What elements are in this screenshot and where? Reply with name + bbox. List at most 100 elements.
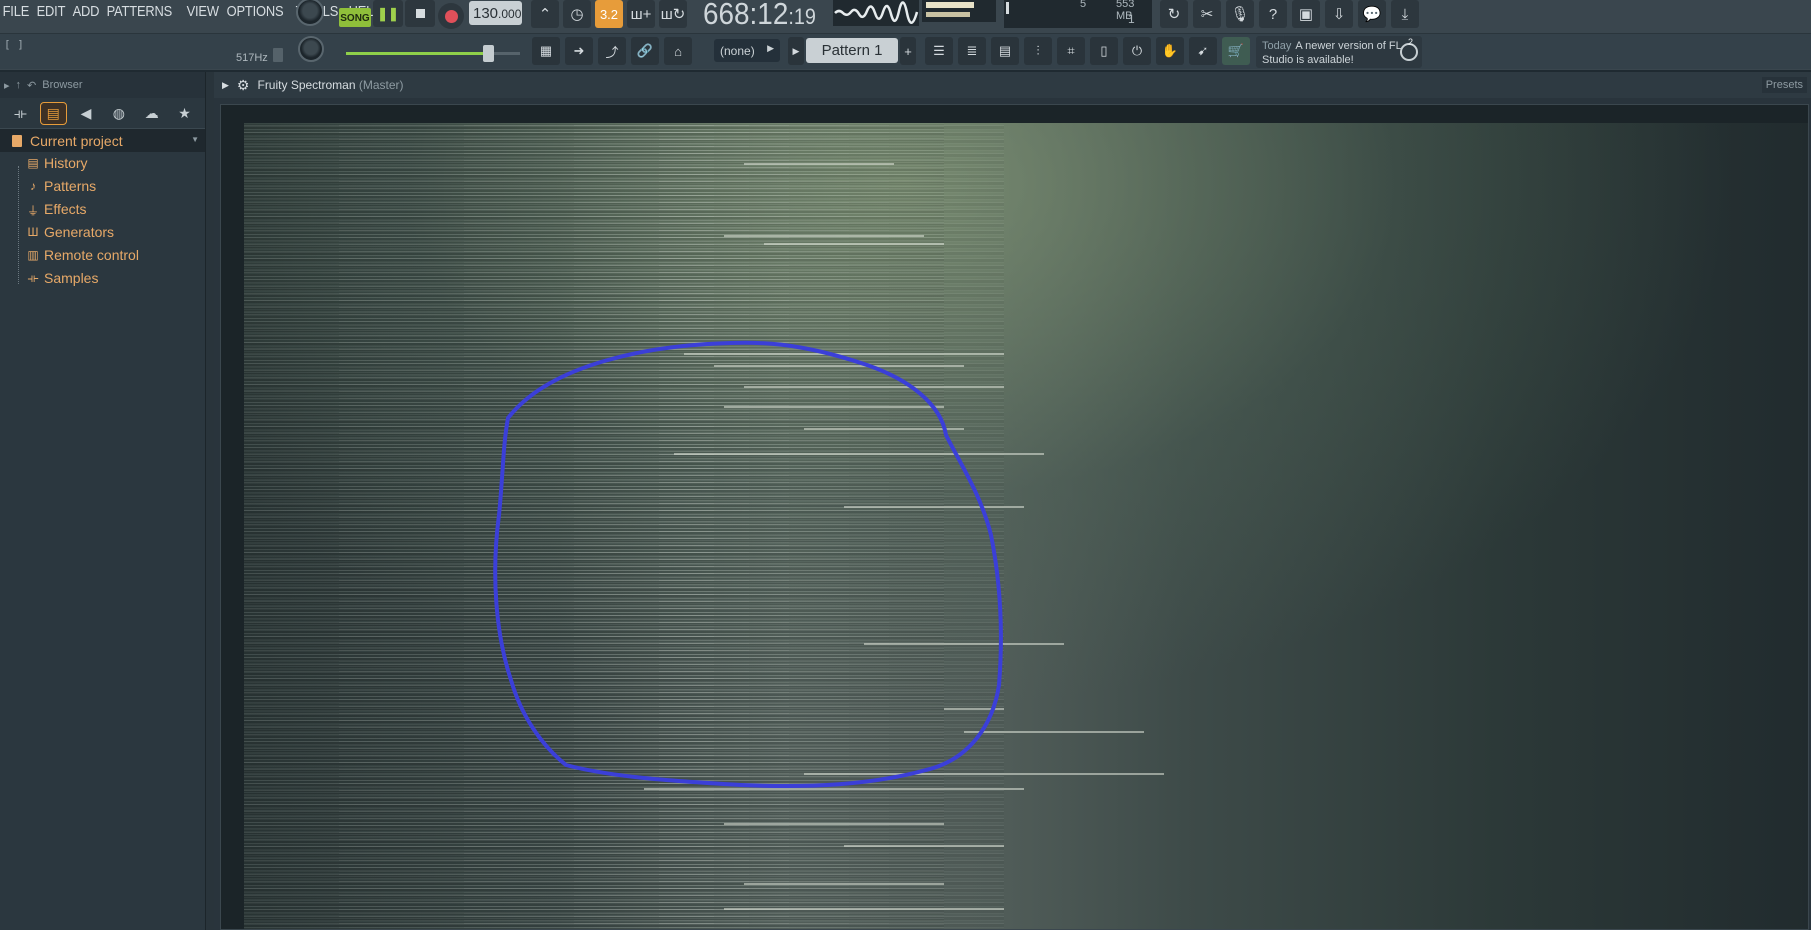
step-sequencer-button[interactable]: ▤: [991, 37, 1019, 65]
tab-all[interactable]: ⟛: [4, 99, 37, 127]
caret-right-icon: ▶: [792, 45, 800, 56]
menu-patterns[interactable]: PATTERNS: [104, 0, 176, 24]
tree-item-label: Samples: [44, 270, 99, 286]
caret-right-icon[interactable]: ▶: [222, 80, 229, 91]
star-icon: ★: [178, 104, 191, 121]
record-button[interactable]: [438, 3, 464, 29]
brush-tool-button[interactable]: ⤴: [598, 37, 626, 65]
routing-icon: ⌗: [1067, 43, 1075, 58]
tutorial-button[interactable]: ➹: [1189, 37, 1217, 65]
tempo-value: 130: [473, 5, 499, 22]
speaker-icon: ◀: [80, 104, 92, 121]
metronome-icon: ⌃: [538, 6, 552, 23]
tree-item-label: Generators: [44, 224, 115, 240]
channel-rack-button[interactable]: ≣: [958, 37, 986, 65]
menu-view[interactable]: VIEW: [184, 0, 222, 24]
menu-file[interactable]: FILE: [0, 0, 33, 24]
mixer-button[interactable]: ⫶: [1024, 37, 1052, 65]
download-icon: ⤓: [1401, 5, 1409, 23]
help-button[interactable]: ?: [1259, 0, 1287, 28]
gear-icon[interactable]: ⚙: [237, 77, 250, 94]
pause-button[interactable]: ❚❚: [373, 0, 403, 27]
news-date: Today: [1262, 40, 1292, 52]
audio-input-button[interactable]: 🎙: [1226, 0, 1254, 28]
loop-record-button[interactable]: ш↻: [659, 0, 687, 28]
voice-count: 5: [1080, 0, 1087, 10]
collapse-icon[interactable]: ▸: [4, 79, 10, 92]
volume-slider-fill: [346, 52, 483, 55]
download-button[interactable]: ⤓: [1391, 0, 1419, 28]
browser-button[interactable]: ▯: [1090, 37, 1118, 65]
stop-button[interactable]: [405, 0, 435, 27]
presets-button[interactable]: Presets: [1761, 77, 1807, 93]
back-icon[interactable]: ↶: [27, 79, 36, 92]
tree-item-effects[interactable]: ⏚ Effects: [0, 198, 205, 221]
wait-input-button[interactable]: ◷: [563, 0, 591, 28]
cut-button[interactable]: ✂: [1193, 0, 1221, 28]
playlist-button[interactable]: ☰: [925, 37, 953, 65]
channel-select-value: (none): [720, 44, 755, 58]
song-position-display[interactable]: 668:12:19: [703, 0, 816, 32]
news-count-badge: 2: [1408, 37, 1414, 47]
current-project-root[interactable]: Current project ▼: [0, 128, 205, 152]
plugin-header: ▶ ⚙ Fruity Spectroman (Master) Presets: [214, 72, 1811, 98]
tree-item-label: Patterns: [44, 178, 97, 194]
tree-item-patterns[interactable]: ♪ Patterns: [0, 175, 205, 198]
tree-item-samples[interactable]: ⟛ Samples: [0, 267, 205, 290]
time-main: 668:12: [703, 0, 789, 31]
render-button[interactable]: ⇩: [1325, 0, 1353, 28]
touch-controller-button[interactable]: ✋: [1156, 37, 1184, 65]
tree-item-history[interactable]: ▤ History: [0, 152, 205, 175]
menu-options[interactable]: OPTIONS: [224, 0, 287, 24]
tab-online[interactable]: ◍: [102, 99, 135, 127]
pattern-prev-button[interactable]: ▶: [788, 37, 804, 65]
link-button[interactable]: 🔗: [631, 37, 659, 65]
tab-current-project[interactable]: ▤: [37, 99, 70, 127]
plugin-picker-button[interactable]: ⏻: [1123, 37, 1151, 65]
file-icon: ▯: [1100, 43, 1108, 58]
shop-button[interactable]: 🛒: [1222, 37, 1250, 65]
bars-icon: ≣: [966, 43, 978, 58]
typing-keyboard-button[interactable]: ш+: [627, 0, 655, 28]
undo-history-button[interactable]: ↻: [1160, 0, 1188, 28]
chevron-down-icon: ▼: [191, 135, 199, 144]
stamp-button[interactable]: ⌂: [664, 37, 692, 65]
menu-edit[interactable]: EDIT: [34, 0, 69, 24]
arrow-tool-button[interactable]: ➜: [565, 37, 593, 65]
pattern-name: Pattern 1: [821, 42, 883, 59]
song-mode-button[interactable]: SONG: [339, 8, 371, 27]
browser-splitter[interactable]: [206, 72, 214, 930]
tab-favorites[interactable]: ★: [168, 99, 201, 127]
master-pitch-knob[interactable]: [298, 36, 324, 62]
tab-plugins[interactable]: ◀: [70, 99, 103, 127]
tree-item-label: History: [44, 155, 88, 171]
step-edit-button[interactable]: 3.2: [595, 0, 623, 28]
microphone-icon: 🎙: [1230, 6, 1250, 23]
cpu-memory-panel: 5 553 MB 1: [1004, 0, 1152, 28]
link-icon: 🔗: [636, 43, 654, 58]
piano-roll-button[interactable]: ▦: [532, 37, 560, 65]
add-pattern-button[interactable]: +: [900, 37, 916, 65]
tempo-display[interactable]: 130.000: [469, 1, 522, 25]
waveform-icon: ⟛: [27, 271, 39, 285]
tab-cloud[interactable]: ☁: [135, 99, 168, 127]
menu-add[interactable]: ADD: [70, 0, 103, 24]
tree-item-generators[interactable]: Ш Generators: [0, 221, 205, 244]
cloud-icon: ☁: [144, 104, 159, 121]
channel-select[interactable]: (none) ▶: [714, 39, 780, 62]
time-ticks: :19: [788, 4, 816, 29]
volume-slider-handle[interactable]: [482, 45, 494, 62]
tree-item-remote-control[interactable]: ▥ Remote control: [0, 244, 205, 267]
news-panel[interactable]: Today A newer version of FL Studio is ava…: [1256, 36, 1422, 68]
save-button[interactable]: ▣: [1292, 0, 1320, 28]
waveform-icon: ⟛: [14, 104, 27, 121]
up-arrow-icon[interactable]: ↑: [16, 79, 22, 91]
loop-icon: ш↻: [660, 6, 686, 23]
feedback-button[interactable]: 💬: [1358, 0, 1386, 28]
grid-icon: ▤: [998, 43, 1012, 58]
routing-button[interactable]: ⌗: [1057, 37, 1085, 65]
hint-bar: [ ]: [4, 38, 24, 51]
pattern-selector[interactable]: Pattern 1: [806, 38, 898, 63]
metronome-button[interactable]: ⌃: [531, 0, 559, 28]
project-tree: ▤ History ♪ Patterns ⏚ Effects Ш Generators …: [0, 152, 205, 290]
